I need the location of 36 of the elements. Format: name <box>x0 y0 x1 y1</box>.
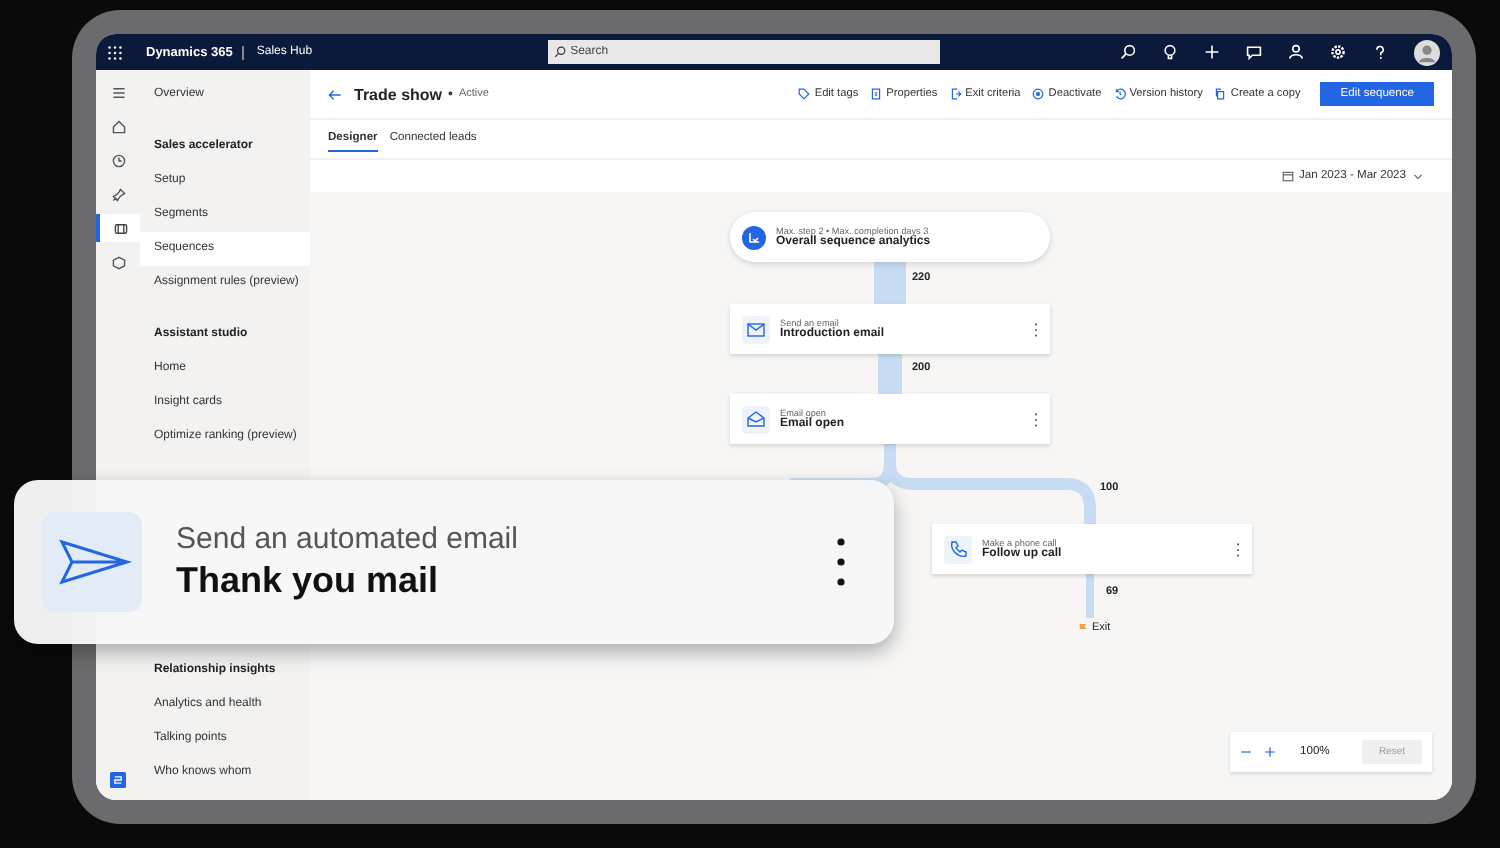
more-options-icon[interactable] <box>836 538 846 586</box>
card-action: Send an automated email <box>176 522 520 556</box>
chevron-down-icon <box>1412 170 1424 182</box>
zoom-in-icon[interactable] <box>1264 746 1276 758</box>
envelope-icon <box>742 315 770 343</box>
copy-icon <box>1214 88 1227 100</box>
connector-bar <box>874 262 906 304</box>
avatar-icon[interactable] <box>1414 39 1440 65</box>
search-icon[interactable] <box>1120 44 1136 60</box>
page-title: Trade show <box>354 85 443 103</box>
back-arrow-icon[interactable] <box>328 87 342 101</box>
calendar-icon <box>1281 170 1293 182</box>
add-icon[interactable] <box>1204 44 1220 60</box>
help-icon[interactable] <box>1372 44 1388 60</box>
open-envelope-icon <box>742 405 770 433</box>
connector-bar <box>878 354 902 394</box>
chat-icon[interactable] <box>1246 44 1262 60</box>
phone-icon <box>944 535 972 563</box>
tag-icon <box>798 88 811 100</box>
exit-arrow-icon <box>949 88 962 100</box>
document-icon <box>870 88 883 100</box>
settings-icon[interactable] <box>1330 44 1346 60</box>
history-icon <box>1113 88 1126 100</box>
paper-plane-icon <box>42 512 142 612</box>
lightbulb-icon[interactable] <box>1162 44 1178 60</box>
app-launcher-icon[interactable] <box>108 45 122 59</box>
search-icon <box>554 46 567 58</box>
area-switcher-icon[interactable] <box>110 772 126 788</box>
connector-bar <box>1086 574 1094 618</box>
rail-sequences-icon[interactable] <box>96 214 140 242</box>
floating-step-card[interactable]: Send an automated email Thank you mail <box>14 480 894 644</box>
stop-icon <box>1032 88 1045 100</box>
person-icon[interactable] <box>1288 44 1304 60</box>
card-title: Thank you mail <box>176 560 441 602</box>
flag-icon <box>1078 623 1088 633</box>
chart-icon <box>742 225 766 249</box>
